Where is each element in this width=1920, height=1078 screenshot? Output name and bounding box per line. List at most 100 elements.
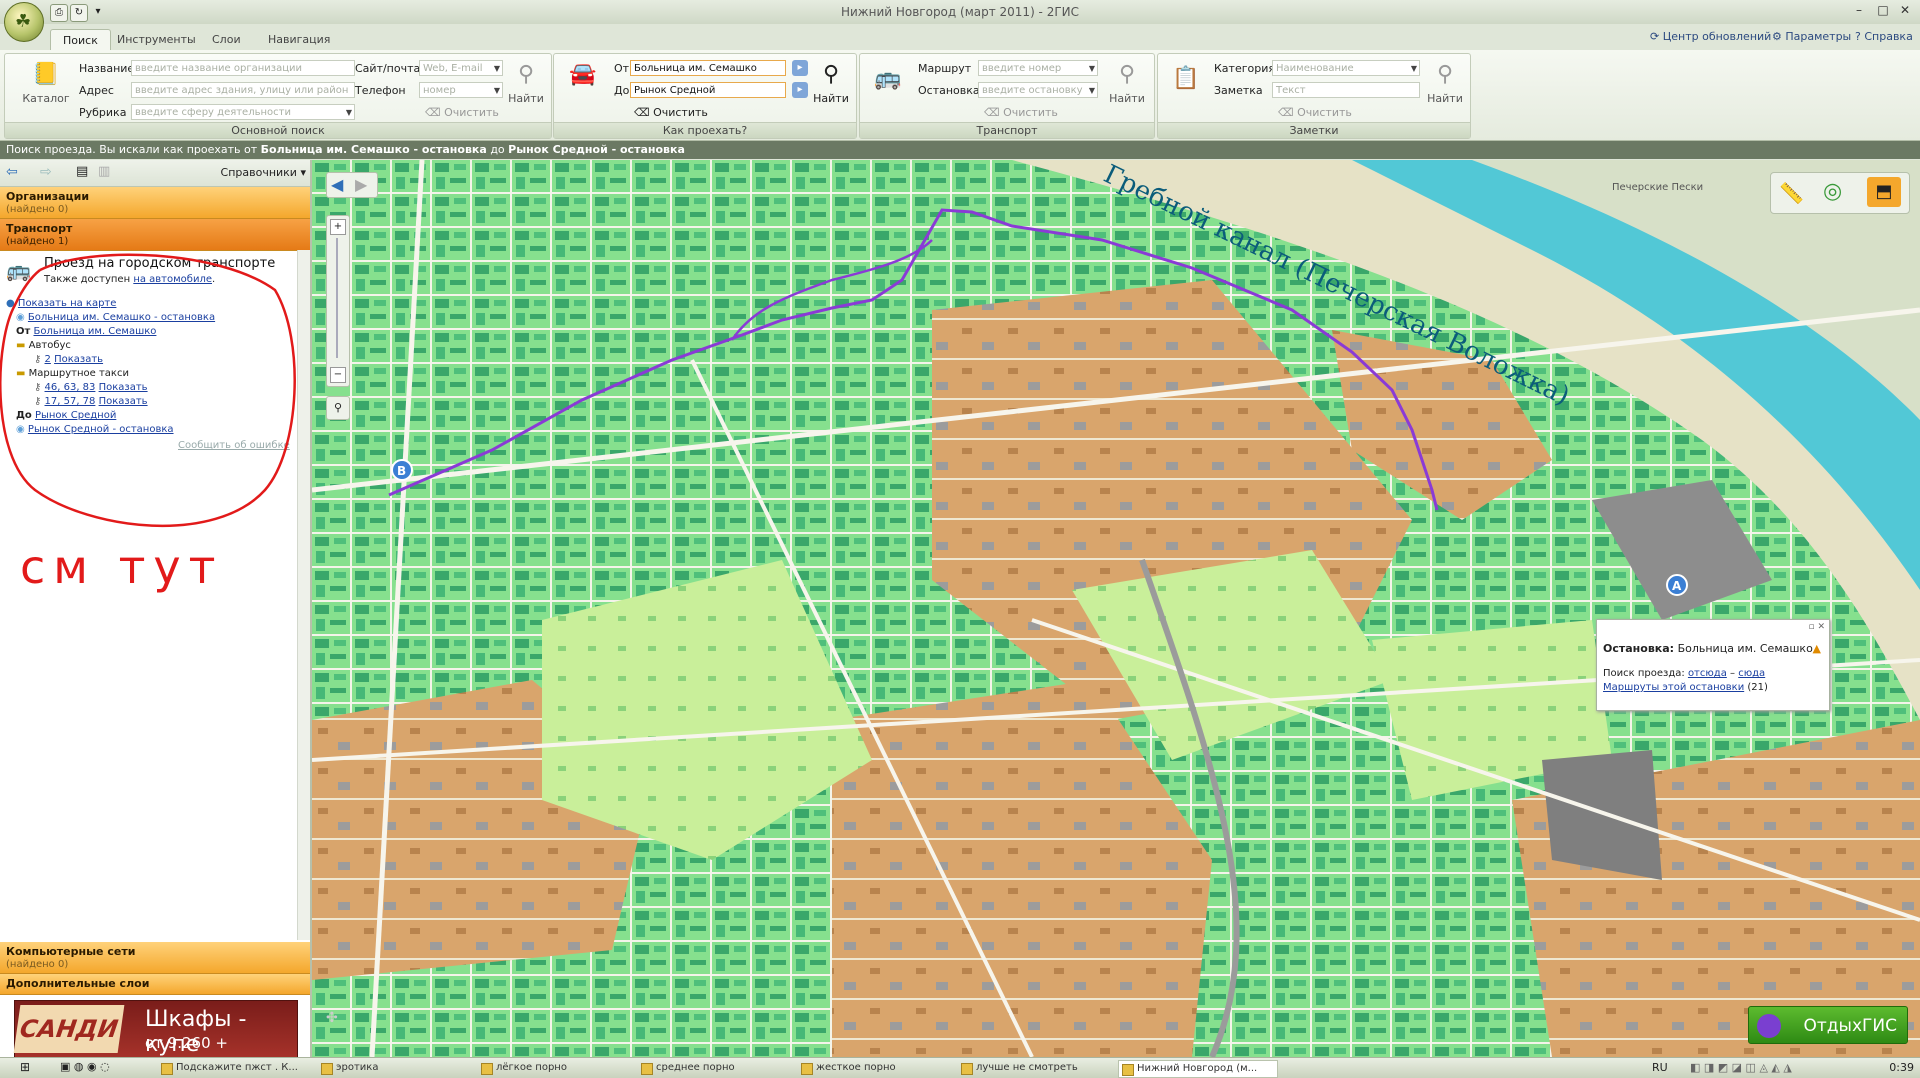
zoom-in-button[interactable]: +	[330, 219, 346, 235]
notes-clear-button[interactable]: ⌫ Очистить	[1278, 106, 1352, 119]
taskbar-item[interactable]: среднее порно	[638, 1060, 796, 1076]
section-organizations[interactable]: Организации (найдено 0)	[0, 187, 310, 219]
name-label: Название	[79, 62, 135, 75]
route-find-button[interactable]: ⚲ Найти	[810, 60, 852, 105]
name-input[interactable]: введите название организации	[131, 60, 355, 76]
tab-search[interactable]: Поиск	[50, 29, 111, 51]
tray-icons[interactable]: ◧ ◨ ◩ ◪ ◫ ◬ ◭ ◮	[1690, 1061, 1792, 1074]
marker-b[interactable]: B	[391, 459, 413, 481]
updates-link[interactable]: ⟳ Центр обновлений	[1650, 30, 1771, 43]
route-clear-button[interactable]: ⌫ Очистить	[634, 106, 708, 119]
forward-arrow-icon[interactable]: ⇨	[40, 164, 52, 180]
map-tools: 📏 ◎ ⬒	[1770, 172, 1910, 214]
popup-close-icon[interactable]: ✕	[1817, 622, 1825, 632]
marker-a[interactable]: A	[1666, 574, 1688, 596]
chevron-down-icon[interactable]: ▼	[494, 83, 500, 97]
back-arrow-icon[interactable]: ⇦	[6, 164, 18, 180]
minimize-button[interactable]: –	[1848, 3, 1870, 19]
map-forward-icon[interactable]: ▶	[355, 175, 367, 194]
zoom-out-button[interactable]: −	[330, 367, 346, 383]
from-here-link[interactable]: отсюда	[1688, 668, 1727, 679]
map-back-icon[interactable]: ◀	[331, 175, 343, 194]
area-tool-icon[interactable]: ⬒	[1867, 177, 1901, 207]
tab-tools[interactable]: Инструменты	[105, 29, 208, 50]
status-to: Рынок Средной - остановка	[508, 143, 685, 156]
basic-clear-button[interactable]: ⌫ Очистить	[425, 106, 499, 119]
popup-title: Остановка: Больница им. Семашко	[1603, 642, 1813, 655]
section-count: (найдено 1)	[6, 236, 69, 247]
note-input[interactable]: Текст	[1272, 82, 1420, 98]
maximize-button[interactable]: □	[1872, 3, 1894, 19]
chevron-down-icon[interactable]: ▼	[1089, 83, 1095, 97]
tab-layers[interactable]: Слои	[200, 29, 253, 50]
directory-dropdown[interactable]: Справочники ▾	[221, 166, 306, 179]
section-title: Компьютерные сети	[6, 945, 136, 958]
section-extra-layers[interactable]: Дополнительные слои	[0, 974, 310, 995]
start-icon[interactable]: ⊞	[20, 1060, 30, 1074]
bus-icon: 🚌	[874, 66, 902, 91]
pick-from-on-map-icon[interactable]: ▸	[792, 60, 808, 76]
chevron-down-icon[interactable]: ▼	[1411, 61, 1417, 75]
quicklaunch-icons[interactable]: ▣ ◍ ◉ ◌	[60, 1060, 110, 1073]
notes-find-button[interactable]: ⚲ Найти	[1424, 60, 1466, 105]
section-computer-networks[interactable]: Компьютерные сети (найдено 0)	[0, 942, 310, 974]
chevron-down-icon[interactable]: ▼	[494, 61, 500, 75]
binoculars-icon: ⚲	[1118, 62, 1136, 87]
ribbon: 📒 Каталог Название введите название орган…	[0, 50, 1920, 141]
otdyhgis-button[interactable]: ОтдыхГИС	[1748, 1006, 1908, 1044]
category-label: Категория	[1214, 62, 1275, 75]
group-caption-basic: Основной поиск	[5, 122, 551, 138]
map-canvas[interactable]: Гребной канал (Печерская Воложка) Печерс…	[312, 160, 1920, 1057]
taskbar-item[interactable]: эротика	[318, 1060, 476, 1076]
status-from: Больница им. Семашко - остановка	[260, 143, 487, 156]
taskbar-item[interactable]: Подскажите пжст . К...	[158, 1060, 316, 1076]
taskbar-item[interactable]: лучше не смотреть	[958, 1060, 1116, 1076]
pick-to-on-map-icon[interactable]: ▸	[792, 82, 808, 98]
chevron-down-icon[interactable]: ▼	[1089, 61, 1095, 75]
chevron-down-icon[interactable]: ▼	[346, 105, 352, 119]
lang-indicator[interactable]: RU	[1652, 1061, 1668, 1074]
site-label: Сайт/почта	[355, 62, 421, 75]
taskbar-item[interactable]: жесткое порно	[798, 1060, 956, 1076]
ruler-icon[interactable]: 📏	[1779, 181, 1804, 205]
taskbar-item-active[interactable]: Нижний Новгород (м...	[1118, 1060, 1278, 1078]
clock: 0:39	[1889, 1061, 1914, 1074]
stop-input[interactable]: введите остановку ▼	[978, 82, 1098, 98]
site-input[interactable]: Web, E-mail ▼	[419, 60, 503, 76]
close-button[interactable]: ✕	[1894, 3, 1916, 19]
stop-routes-link[interactable]: Маршруты этой остановки	[1603, 682, 1744, 693]
params-link[interactable]: ⚙ Параметры	[1772, 30, 1851, 43]
title-bar: ⎙ ↻ ▾ Нижний Новгород (март 2011) - 2ГИС…	[0, 0, 1920, 25]
transport-find-button[interactable]: ⚲ Найти	[1106, 60, 1148, 105]
tab-navigation[interactable]: Навигация	[256, 29, 342, 50]
map-search-icon[interactable]: ⚲	[326, 396, 350, 420]
print-list-icon[interactable]: ▤	[76, 164, 88, 179]
to-here-link[interactable]: сюда	[1738, 668, 1765, 679]
route-from-input[interactable]: Больница им. Семашко	[630, 60, 786, 76]
note-label: Заметка	[1214, 84, 1263, 97]
catalog-button[interactable]: 📒 Каталог	[11, 60, 81, 105]
rubric-input[interactable]: введите сферу деятельности ▼	[131, 104, 355, 120]
route-number-input[interactable]: введите номер ▼	[978, 60, 1098, 76]
stop-label: Остановка	[918, 84, 980, 97]
rubric-label: Рубрика	[79, 106, 127, 119]
address-input[interactable]: введите адрес здания, улицу или район	[131, 82, 355, 98]
route-to-input[interactable]: Рынок Средной	[630, 82, 786, 98]
address-label: Адрес	[79, 84, 114, 97]
app-menu-button[interactable]: ☘	[4, 2, 44, 42]
map-view[interactable]: Гребной канал (Печерская Воложка) Печерс…	[312, 160, 1920, 1057]
svg-text:A: A	[1672, 579, 1682, 593]
popup-minimize-icon[interactable]: ▫	[1808, 622, 1814, 632]
ad-banner[interactable]: САНДИ Шкафы - купе от 9.260 + спальни	[13, 1000, 298, 1070]
category-input[interactable]: Наименование ▼	[1272, 60, 1420, 76]
taskbar-item[interactable]: лёгкое порно	[478, 1060, 636, 1076]
help-link[interactable]: ? Справка	[1855, 30, 1913, 43]
zoom-slider[interactable]: + −	[326, 215, 350, 387]
phone-input[interactable]: номер ▼	[419, 82, 503, 98]
compass-icon[interactable]: ◎	[1823, 179, 1842, 204]
export-icon[interactable]: ▥	[98, 164, 110, 179]
basic-find-button[interactable]: ⚲ Найти	[505, 60, 547, 105]
section-transport[interactable]: Транспорт (найдено 1)	[0, 219, 310, 251]
transport-clear-button[interactable]: ⌫ Очистить	[984, 106, 1058, 119]
left-scrollbar[interactable]	[297, 250, 310, 940]
